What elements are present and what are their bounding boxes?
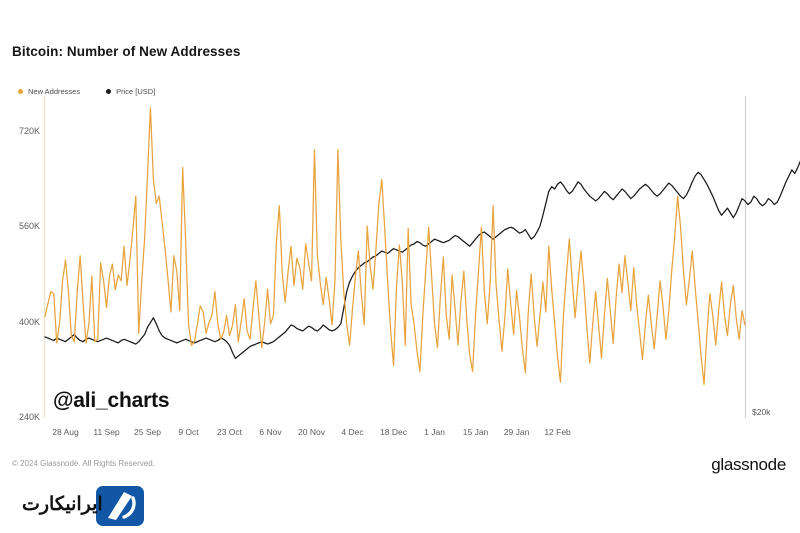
iranicard-logo-text: ایرانیکارت [22,494,103,515]
x-axis-tick-label: 4 Dec [341,427,364,437]
y-axis-tick-label: 560K [18,221,40,232]
x-axis-tick-label: 9 Oct [178,427,199,437]
x-axis-tick-label: 18 Dec [380,427,407,437]
y-axis-tick-label: 240K [18,412,40,422]
x-axis-tick-label: 1 Jan [424,427,445,437]
x-axis-tick-label: 15 Jan [462,427,489,437]
copyright-text: © 2024 Glassnode. All Rights Reserved. [12,459,155,468]
right-axis-tick-label: $20k [752,407,771,417]
chart-screenshot: Bitcoin: Number of New Addresses New Add… [0,0,800,533]
y-axis-tick-label: 720K [18,125,40,136]
x-axis-tick-label: 11 Sep [93,427,120,437]
x-axis-tick-label: 29 Jan [503,427,530,437]
x-axis-tick-label: 12 Feb [544,427,571,437]
glassnode-wordmark: glassnode [711,455,786,474]
x-axis-tick-label: 6 Nov [259,427,282,437]
iranicard-logo: ایرانیکارت [12,484,148,528]
x-axis-tick-label: 23 Oct [216,427,243,437]
y-axis-tick-label: 400K [18,316,40,327]
new-addresses-line [44,107,746,386]
x-axis-tick-label: 20 Nov [298,427,325,437]
x-axis-tick-label: 28 Aug [52,427,79,437]
x-axis-tick-label: 25 Sep [134,427,161,437]
watermark-handle: @ali_charts [53,389,170,412]
